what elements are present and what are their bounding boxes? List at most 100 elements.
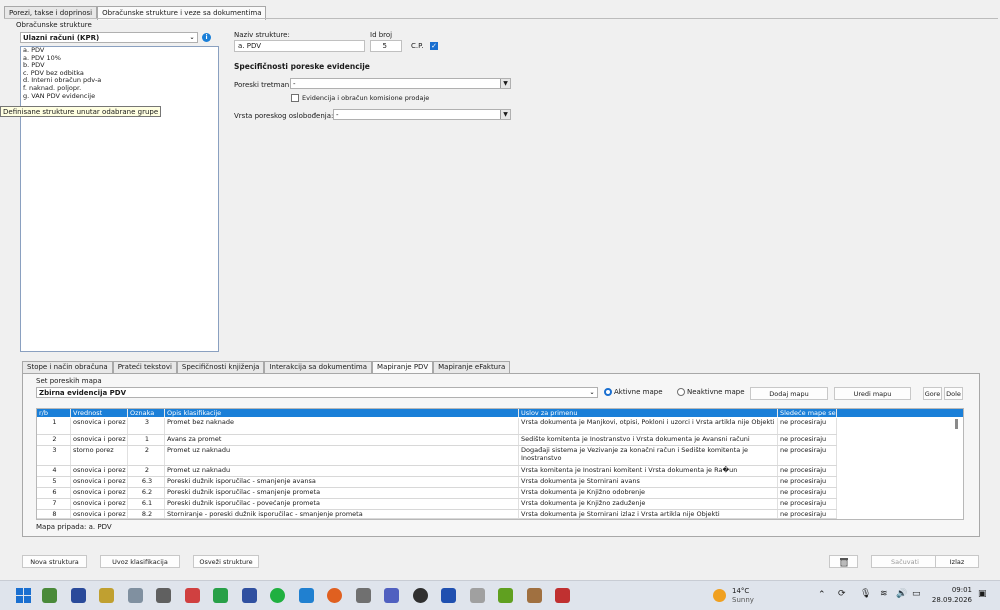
tooltip: Definisane strukture unutar odabrane gru… — [0, 106, 162, 117]
group-combo[interactable]: Ulazni računi (KPR) ⌄ — [20, 32, 198, 43]
app-icon[interactable] — [185, 588, 200, 603]
volume-icon[interactable]: 🔊 — [896, 589, 907, 599]
microphone-icon[interactable]: 🎙 — [860, 589, 871, 599]
table-row[interactable]: 1 osnovica i porez 3 Promet bez naknade Vrst… — [37, 418, 837, 435]
table-row[interactable]: 5 osnovica i porez 6.3 Poreski dužnik ispor… — [37, 477, 837, 488]
table-row[interactable]: 4 osnovica i porez 2 Promet uz naknadu Vrsta… — [37, 466, 837, 477]
taskbar: 14°C Sunny ⌃ ⟳ 🎙 ≋ 🔊 ▭ 09:01 28.09.2026 … — [0, 580, 1000, 610]
cell-opis: Avans za promet — [165, 435, 519, 445]
teams-icon[interactable] — [384, 588, 399, 603]
notification-icon[interactable]: ▣ — [978, 589, 987, 599]
photos-icon[interactable] — [299, 588, 314, 603]
app-icon[interactable] — [498, 588, 513, 603]
table-row[interactable]: 6 osnovica i porez 6.2 Poreski dužnik ispor… — [37, 488, 837, 499]
col-opis[interactable]: Opis klasifikacije — [165, 409, 519, 417]
gore-button[interactable]: Gore — [923, 387, 942, 400]
folder-icon[interactable] — [99, 588, 114, 603]
weather-desc: Sunny — [732, 596, 754, 604]
col-sledece[interactable]: Sledeće mape se — [778, 409, 837, 417]
app-icon[interactable] — [156, 588, 171, 603]
grid-body: 1 osnovica i porez 3 Promet bez naknade Vrst… — [37, 418, 837, 519]
document-icon[interactable] — [441, 588, 456, 603]
group-combo-value: Ulazni računi (KPR) — [23, 34, 100, 42]
dodaj-mapu-button[interactable]: Dodaj mapu — [750, 387, 828, 400]
cell-oznaka: 2 — [128, 446, 165, 465]
set-combo[interactable]: Zbirna evidencija PDV ⌄ — [36, 387, 598, 398]
tab-specificnosti[interactable]: Specifičnosti knjiženja — [176, 361, 265, 373]
cell-rb: 3 — [37, 446, 71, 465]
windows-start-icon[interactable] — [16, 588, 31, 603]
cell-uslov: Vrsta dokumenta je Manjkovi, otpisi, Pok… — [519, 418, 778, 434]
cell-vrednost: osnovica i porez — [71, 477, 128, 487]
chevron-up-icon[interactable]: ⌃ — [818, 590, 826, 600]
app-icon[interactable] — [470, 588, 485, 603]
dropdown-arrow-icon: ▼ — [500, 110, 510, 119]
save-app-icon[interactable] — [71, 588, 86, 603]
mapa-pripada: Mapa pripada: a. PDV — [36, 523, 112, 531]
tab-interakcija[interactable]: Interakcija sa dokumentima — [264, 361, 373, 373]
evidencija-checkbox[interactable] — [291, 94, 299, 102]
cell-oznaka: 3 — [128, 418, 165, 434]
poreski-tretman-select[interactable]: - ▼ — [290, 78, 511, 89]
battery-icon[interactable]: ▭ — [912, 589, 921, 599]
delete-button[interactable] — [829, 555, 858, 568]
uredi-mapu-button[interactable]: Uredi mapu — [834, 387, 911, 400]
sync-icon[interactable]: ⟳ — [838, 589, 846, 599]
cell-opis: Poreski dužnik isporučilac - smanjenje p… — [165, 488, 519, 498]
tab-prateci-tekstovi[interactable]: Prateći tekstovi — [112, 361, 177, 373]
list-item[interactable]: g. VAN PDV evidencije — [21, 92, 218, 101]
naziv-input[interactable]: a. PDV — [234, 40, 365, 52]
cell-sledece: ne procesiraju — [778, 499, 837, 509]
dole-button[interactable]: Dole — [944, 387, 963, 400]
radio-aktivne[interactable] — [604, 388, 612, 396]
grid-scrollbar[interactable] — [955, 419, 958, 429]
list-item[interactable]: a. PDV 10% — [21, 54, 218, 63]
app-icon[interactable] — [555, 588, 570, 603]
tab-stope[interactable]: Stope i način obračuna — [22, 361, 113, 373]
app-icon[interactable] — [527, 588, 542, 603]
cell-sledece: ne procesiraju — [778, 510, 837, 518]
id-label: Id broj — [370, 31, 393, 39]
col-uslov[interactable]: Uslov za primenu — [519, 409, 778, 417]
table-row[interactable]: 3 storno porez 2 Promet uz naknadu Događaji … — [37, 446, 837, 466]
sacuvati-button[interactable]: Sačuvati — [871, 555, 939, 568]
cell-vrednost: osnovica i porez — [71, 466, 128, 476]
col-vrednost[interactable]: Vrednost — [71, 409, 128, 417]
id-input[interactable]: 5 — [370, 40, 402, 52]
mapping-grid: r/b Vrednost Oznaka Opis klasifikacije U… — [36, 408, 964, 520]
structure-list[interactable]: a. PDV a. PDV 10% b. PDV c. PDV bez odbi… — [20, 46, 219, 352]
app-icon[interactable] — [42, 588, 57, 603]
izlaz-button[interactable]: Izlaz — [935, 555, 979, 568]
wifi-icon[interactable]: ≋ — [880, 589, 888, 599]
cp-label: C.P. — [411, 42, 424, 50]
osvezi-strukture-button[interactable]: Osveži strukture — [193, 555, 259, 568]
radio-neaktivne[interactable] — [677, 388, 685, 396]
cell-rb: 5 — [37, 477, 71, 487]
cp-checkbox[interactable]: ✓ — [430, 42, 438, 50]
clock-date[interactable]: 28.09.2026 — [930, 596, 972, 604]
vrsta-select[interactable]: - ▼ — [333, 109, 511, 120]
info-icon[interactable]: i — [202, 33, 211, 42]
app-icon[interactable] — [242, 588, 257, 603]
cell-opis: Promet bez naknade — [165, 418, 519, 434]
table-row[interactable]: 2 osnovica i porez 1 Avans za promet Sedište… — [37, 435, 837, 446]
cell-opis: Poreski dužnik isporučilac - povećanje p… — [165, 499, 519, 509]
tools-icon[interactable] — [356, 588, 371, 603]
cell-opis: Poreski dužnik isporučilac - smanjenje a… — [165, 477, 519, 487]
tab-mapiranje-efaktura[interactable]: Mapiranje eFaktura — [433, 361, 511, 373]
cell-oznaka: 2 — [128, 466, 165, 476]
grid-header: r/b Vrednost Oznaka Opis klasifikacije U… — [37, 409, 963, 417]
col-oznaka[interactable]: Oznaka — [128, 409, 165, 417]
chat-icon[interactable] — [270, 588, 285, 603]
col-rb[interactable]: r/b — [37, 409, 71, 417]
app-icon[interactable] — [413, 588, 428, 603]
database-icon[interactable] — [128, 588, 143, 603]
table-row[interactable]: 8 osnovica i porez 8.2 Storniranje - poresk… — [37, 510, 837, 519]
nova-struktura-button[interactable]: Nova struktura — [22, 555, 87, 568]
uvoz-klasifikacija-button[interactable]: Uvoz klasifikacija — [100, 555, 180, 568]
app-icon[interactable] — [213, 588, 228, 603]
table-row[interactable]: 7 osnovica i porez 6.1 Poreski dužnik ispor… — [37, 499, 837, 510]
firefox-icon[interactable] — [327, 588, 342, 603]
cell-rb: 2 — [37, 435, 71, 445]
clock-time[interactable]: 09:01 — [934, 586, 972, 594]
